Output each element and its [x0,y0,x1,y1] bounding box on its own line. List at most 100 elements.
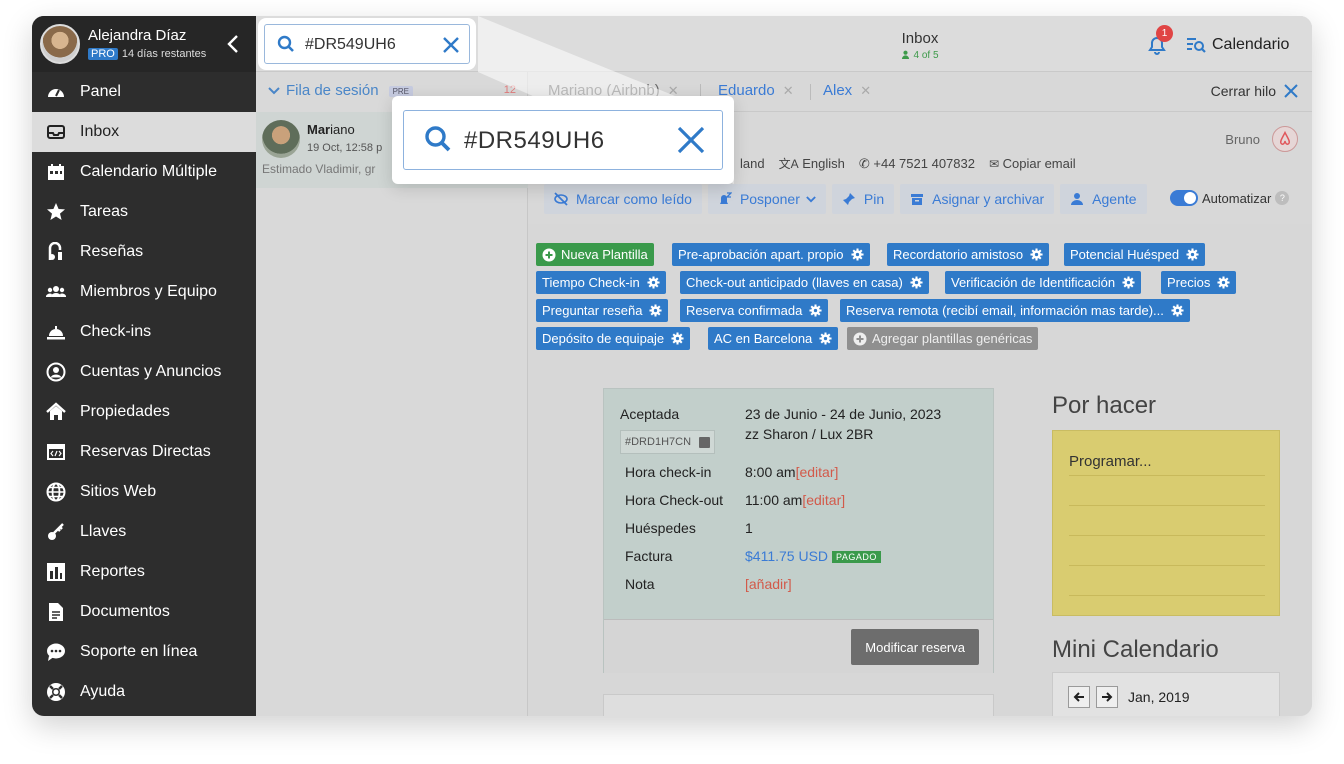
close-thread-button[interactable]: Cerrar hilo [1211,83,1298,99]
search-input[interactable]: #DR549UH6 [264,24,470,64]
chevron-down-icon [806,195,816,202]
next-month-button[interactable] [1096,686,1118,708]
arrow-left-icon [1073,692,1084,702]
sidebar-item-members[interactable]: Miembros y Equipo [32,272,256,312]
todo-input[interactable]: Programar... [1069,453,1152,470]
mark-read-button[interactable]: Marcar como leído [544,184,702,214]
sidebar-item-inbox[interactable]: Inbox [32,112,256,152]
agent-button[interactable]: Agente [1060,184,1147,214]
invoice-link[interactable]: $411.75 USD [745,548,828,564]
template-chip[interactable]: AC en Barcelona [708,327,839,350]
sidebar-item-websites[interactable]: Sitios Web [32,472,256,512]
gear-icon[interactable] [1030,248,1043,261]
gear-icon[interactable] [1217,276,1230,289]
sidebar-item-label: Soporte en línea [80,643,198,660]
assign-archive-button[interactable]: Asignar y archivar [900,184,1055,214]
chevron-left-icon[interactable] [226,34,240,54]
close-icon[interactable]: ✕ [860,83,871,98]
sidebar-item-tasks[interactable]: Tareas [32,192,256,232]
booking-dates: 23 de Junio - 24 de Junio, 2023 [745,406,942,422]
note-line [1069,595,1265,596]
sidebar-item-label: Miembros y Equipo [80,283,217,300]
help-icon[interactable]: ? [1275,191,1290,205]
add-note-link[interactable]: [añadir] [745,576,792,592]
sidebar-item-label: Documentos [80,603,170,620]
sidebar-item-panel[interactable]: Panel [32,72,256,112]
toggle-switch[interactable] [1170,190,1198,206]
calendar-link[interactable]: Calendario [1186,34,1289,56]
sidebar-item-label: Propiedades [80,403,170,420]
template-chip[interactable]: Check-out anticipado (llaves en casa) [680,271,929,294]
archive-icon [911,194,924,205]
template-chip[interactable]: Potencial Huésped [1064,243,1206,266]
template-chip[interactable]: Depósito de equipaje [536,327,691,350]
code-window-icon [47,444,65,460]
search-zoom-callout: #DR549UH6 [392,96,734,184]
gear-icon[interactable] [649,304,662,317]
clear-search-icon[interactable] [676,125,706,155]
gear-icon[interactable] [647,276,660,289]
gear-icon[interactable] [671,332,684,345]
template-chip[interactable]: Reserva confirmada [680,299,829,322]
inbox-icon [47,125,65,139]
sidebar-item-direct-bookings[interactable]: Reservas Directas [32,432,256,472]
template-chip[interactable]: Reserva remota (recibí email, informació… [840,299,1190,322]
automate-toggle[interactable]: Automatizar? [1170,190,1290,206]
sidebar-item-reports[interactable]: Reportes [32,552,256,592]
gear-icon[interactable] [910,276,923,289]
envelope-icon: ✉ [988,157,1000,171]
search-input-zoomed[interactable]: #DR549UH6 [403,110,723,170]
sidebar-item-keys[interactable]: Llaves [32,512,256,552]
checkout-value: 11:00 am[editar] [745,492,846,508]
sidebar-item-documents[interactable]: Documentos [32,592,256,632]
booking-code[interactable]: #DRD1H7CN [620,430,716,454]
sidebar-item-checkins[interactable]: Check-ins [32,312,256,352]
tab-alex[interactable]: Alex ✕ [823,82,871,99]
gear-icon[interactable] [1122,276,1135,289]
clear-search-icon[interactable] [441,35,461,55]
template-chip[interactable]: Verificación de Identificación [945,271,1142,294]
phone[interactable]: ✆ +44 7521 407832 [859,156,975,172]
modify-booking-button[interactable]: Modificar reserva [851,629,979,665]
add-generic-templates-button[interactable]: Agregar plantillas genéricas [847,327,1039,350]
gear-icon[interactable] [1186,248,1199,261]
conversation-date: 19 Oct, 12:58 p [307,142,383,154]
checkin-label: Hora check-in [625,464,712,480]
edit-checkout-link[interactable]: [editar] [802,492,845,508]
sidebar-item-help[interactable]: Ayuda [32,672,256,712]
template-chip[interactable]: Pre-aprobación apart. propio [672,243,870,266]
todo-note[interactable]: Programar... [1052,430,1280,616]
sidebar-item-support[interactable]: Soporte en línea [32,632,256,672]
copy-email-link[interactable]: ✉ Copiar email [989,156,1076,171]
templates-area: Nueva Plantilla Pre-aprobación apart. pr… [528,224,1312,354]
edit-checkin-link[interactable]: [editar] [796,464,839,480]
sidebar-item-calendar[interactable]: Calendario Múltiple [32,152,256,192]
sidebar-item-reviews[interactable]: Reseñas [32,232,256,272]
host-name: Bruno [1225,132,1260,147]
guests-label: Huéspedes [625,520,696,536]
checkin-value: 8:00 am[editar] [745,464,839,480]
template-chip[interactable]: Precios [1161,271,1237,294]
prev-month-button[interactable] [1068,686,1090,708]
gear-icon[interactable] [819,332,832,345]
plus-circle-icon [853,332,867,345]
pin-button[interactable]: Pin [831,184,895,214]
avatar [262,120,300,158]
template-chip[interactable]: Preguntar reseña [536,299,669,322]
sidebar-item-accounts[interactable]: Cuentas y Anuncios [32,352,256,392]
gear-icon[interactable] [1171,304,1184,317]
template-chip[interactable]: Recordatorio amistoso [887,243,1050,266]
close-icon[interactable]: ✕ [783,83,794,98]
todo-title: Por hacer [1052,392,1157,419]
search-value: #DR549UH6 [305,36,396,53]
user-panel[interactable]: Alejandra Díaz PRO 14 días restantes [32,16,256,72]
gear-icon[interactable] [809,304,822,317]
sidebar-item-properties[interactable]: Propiedades [32,392,256,432]
paid-badge: PAGADO [832,551,881,564]
postpone-button[interactable]: Posponer [707,184,826,214]
sidebar-item-label: Reservas Directas [80,443,211,460]
star-icon [47,203,65,220]
new-template-button[interactable]: Nueva Plantilla [536,243,654,266]
gear-icon[interactable] [850,248,864,261]
template-chip[interactable]: Tiempo Check-in [536,271,666,294]
